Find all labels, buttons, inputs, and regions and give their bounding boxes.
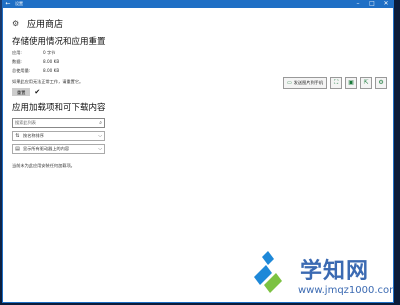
stat-row-total: 总使用量: 8.00 KB bbox=[12, 66, 393, 75]
stat-value: 8.00 KB bbox=[43, 58, 60, 64]
drive-filter-dropdown[interactable]: ▤ 显示所有驱动器上的内容 ⌵ bbox=[12, 144, 105, 154]
search-placeholder: 搜索此列表 bbox=[15, 120, 36, 125]
watermark: 学知网 www.jmqz1000.com bbox=[248, 245, 393, 302]
minimize-button[interactable]: – bbox=[351, 0, 365, 8]
app-header: ⚙ 应用商店 bbox=[12, 16, 393, 30]
maximize-button[interactable]: □ bbox=[365, 0, 379, 8]
back-arrow-icon[interactable]: ← bbox=[3, 0, 13, 8]
reset-button[interactable]: 重置 bbox=[12, 88, 31, 96]
sort-dropdown-label: 按名称排序 bbox=[23, 133, 44, 138]
share-icon[interactable]: ⇱ bbox=[360, 76, 373, 89]
drive-icon: ▤ bbox=[15, 146, 20, 152]
stat-value: 0 字节 bbox=[43, 49, 56, 55]
fullscreen-icon[interactable]: ⛶ bbox=[330, 76, 343, 89]
screenshot-toolbar: ▭ 发送图片到手机 ⛶ ▣ ⇱ ⚙ bbox=[283, 76, 388, 89]
checkmark-icon: ✔ bbox=[34, 88, 41, 96]
search-input[interactable]: 搜索此列表 ⌕ bbox=[12, 118, 105, 128]
gear-icon: ⚙ bbox=[12, 18, 20, 28]
stat-row-app: 应用: 0 字节 bbox=[12, 48, 393, 57]
stat-label: 总使用量: bbox=[12, 67, 31, 73]
chevron-down-icon: ⌵ bbox=[98, 133, 102, 139]
settings-content: ⚙ 应用商店 存储使用情况和应用重置 应用: 0 字节 数据: 8.00 KB … bbox=[3, 16, 393, 169]
stat-label: 应用: bbox=[12, 49, 22, 55]
watermark-url: www.jmqz1000.com bbox=[298, 285, 393, 296]
close-button[interactable]: ✕ bbox=[379, 0, 393, 8]
app-name: 应用商店 bbox=[27, 19, 64, 30]
addons-section-title: 应用加载项和可下载内容 bbox=[12, 103, 106, 113]
chevron-down-icon: ⌵ bbox=[98, 146, 102, 152]
send-to-phone-label: 发送图片到手机 bbox=[293, 79, 324, 85]
storage-section-title: 存储使用情况和应用重置 bbox=[12, 37, 106, 47]
window-title: 设置 bbox=[15, 1, 23, 6]
stat-value: 8.00 KB bbox=[43, 67, 60, 73]
no-addons-message: 当前未为此应用安装任何加载项。 bbox=[12, 163, 75, 168]
phone-icon: ▭ bbox=[287, 79, 292, 86]
search-icon[interactable]: ⌕ bbox=[99, 120, 102, 126]
watermark-logo-icon bbox=[254, 251, 282, 293]
sort-dropdown[interactable]: ⇅ 按名称排序 ⌵ bbox=[12, 131, 105, 141]
stat-label: 数据: bbox=[12, 58, 22, 64]
send-to-phone-button[interactable]: ▭ 发送图片到手机 bbox=[283, 76, 328, 89]
sort-icon: ⇅ bbox=[15, 133, 20, 139]
settings-icon[interactable]: ⚙ bbox=[375, 76, 388, 89]
settings-window: ← 设置 – □ ✕ ⚙ 应用商店 存储使用情况和应用重置 应用: 0 字节 数… bbox=[3, 0, 393, 302]
stat-row-data: 数据: 8.00 KB bbox=[12, 57, 393, 66]
window-controls: – □ ✕ bbox=[351, 0, 393, 8]
title-bar: ← 设置 – □ ✕ bbox=[3, 0, 393, 8]
drive-filter-label: 显示所有驱动器上的内容 bbox=[23, 146, 70, 151]
save-icon[interactable]: ▣ bbox=[345, 76, 358, 89]
watermark-brand: 学知网 bbox=[300, 258, 370, 284]
